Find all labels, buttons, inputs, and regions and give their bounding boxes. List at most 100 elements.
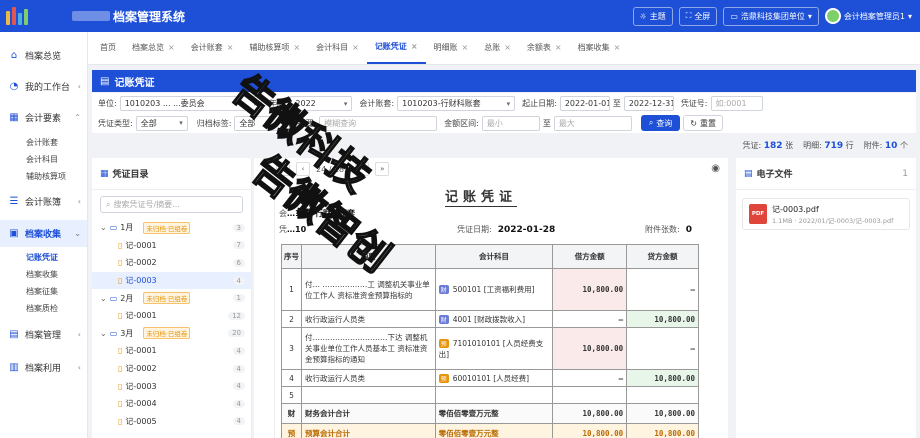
sidebar-sub-subject[interactable]: 会计科目	[0, 151, 87, 168]
amount-min-input[interactable]: 最小	[481, 115, 540, 131]
close-icon[interactable]: ×	[614, 43, 621, 52]
voucher-type-select[interactable]: 全部 ▾	[135, 115, 188, 131]
tree-voucher-node[interactable]: ▯ 记-0001 12	[92, 307, 251, 325]
tab-8[interactable]: 余额表 ×	[519, 31, 570, 64]
row-summary	[300, 386, 436, 404]
file-icon: ▯	[118, 240, 123, 250]
next-page-button[interactable]: ›	[355, 162, 370, 176]
close-icon[interactable]: ×	[352, 43, 359, 52]
status-badge: 未归档·已组卷	[143, 221, 191, 234]
account-set-select[interactable]: 1010203-行财科账套 ▾	[397, 96, 516, 111]
close-icon[interactable]: ×	[462, 43, 469, 52]
count-badge: 4	[232, 399, 245, 408]
eye-icon[interactable]: ◉	[711, 163, 720, 174]
tab-3[interactable]: 辅助核算项 ×	[241, 31, 308, 64]
year-label: 年度:	[268, 99, 288, 108]
close-icon[interactable]: ×	[504, 43, 511, 52]
tree-voucher-node[interactable]: ▯ 记-0001 7	[92, 237, 251, 255]
first-page-button[interactable]: «	[276, 162, 290, 176]
tab-7[interactable]: 总账 ×	[476, 31, 519, 64]
sidebar-item-workbench[interactable]: ◔ 我的工作台 ‹	[0, 73, 87, 100]
search-icon: ⌕	[648, 118, 654, 127]
reset-button[interactable]: ↻ 重置	[683, 115, 723, 131]
sidebar-sub-voucher[interactable]: 记账凭证	[0, 249, 87, 266]
sun-icon: ☼	[639, 11, 647, 21]
voucher-no: …10	[287, 225, 307, 234]
summary-input[interactable]: 模糊查询	[319, 115, 438, 131]
tree-month-node[interactable]: ⌄ ▭ 2月 未归档·已组卷 1	[92, 289, 251, 307]
table-row: 1 付… ………………工 调整机关事业单位工作人 资标准资金预算指标的财 50010…	[281, 268, 699, 311]
sidebar-sub-auxiliary[interactable]: 辅助核算项	[0, 168, 87, 185]
sidebar-item-books[interactable]: ☰ 会计账簿 ‹	[0, 188, 87, 215]
close-icon[interactable]: ×	[168, 43, 175, 52]
sidebar-item-elements[interactable]: ▦ 会计要素 ⌃	[0, 104, 87, 131]
file-name: 记-0003.pdf	[772, 204, 819, 214]
tree-voucher-node[interactable]: ▯ 记-0002 6	[92, 254, 251, 272]
tab-0[interactable]: 首页	[92, 31, 124, 64]
tree-voucher-node[interactable]: ▯ 记-0005 4	[92, 413, 251, 431]
end-date-input[interactable]: 2022-12-31	[623, 96, 674, 111]
tab-1[interactable]: 档案总览 ×	[124, 31, 183, 64]
theme-button[interactable]: ☼ 主题	[632, 6, 673, 26]
fullscreen-button[interactable]: ⛶ 全屏	[678, 6, 718, 26]
close-icon[interactable]: ×	[555, 43, 562, 52]
system-name: 档案管理系统	[113, 9, 186, 24]
tree-month-node[interactable]: ⌄ ▭ 1月 未归档·已组卷 3	[92, 219, 251, 237]
start-date-input[interactable]: 2022-01-01	[559, 96, 610, 111]
row-subject	[434, 386, 554, 404]
tree-voucher-node[interactable]: ▯ 记-0003 4	[92, 271, 251, 290]
tree-voucher-node[interactable]: ▯ 记-0001 4	[92, 342, 251, 360]
prev-page-button[interactable]: ‹	[296, 162, 310, 176]
year-select[interactable]: 2022 ▾	[290, 96, 353, 111]
tab-4[interactable]: 会计科目 ×	[308, 31, 367, 64]
close-icon[interactable]: ×	[227, 43, 234, 52]
sidebar-sub-qc[interactable]: 档案质检	[0, 300, 87, 317]
row-debit: —	[552, 310, 628, 328]
tab-5[interactable]: 记账凭证 ×	[366, 31, 426, 64]
tree-search-input[interactable]: ⌕ 搜索凭证号/摘要...	[100, 196, 243, 213]
count-badge: 4	[232, 364, 245, 373]
voucher-no-label: 凭证号:	[680, 99, 708, 108]
tab-2[interactable]: 会计账套 ×	[183, 31, 242, 64]
tab-6[interactable]: 明细账 ×	[426, 31, 477, 64]
row-credit: 10,800.00	[626, 310, 699, 328]
last-page-button[interactable]: »	[375, 162, 390, 176]
total-debit: 10,800.00	[552, 403, 628, 424]
tree-voucher-node[interactable]: ▯ 记-0002 4	[92, 360, 251, 378]
tree-voucher-node[interactable]: ▯ 记-0004 4	[92, 395, 251, 413]
user-menu[interactable]: 会计档案管理员1 ▾	[824, 8, 912, 24]
page-title-bar: ▤ 记账凭证	[92, 70, 916, 92]
tree-voucher-node[interactable]: ▯ 记-0003 4	[92, 377, 251, 395]
total-credit: 10,800.00	[626, 403, 699, 424]
tree-month-node[interactable]: ⌄ ▭ 3月 未归档·已组卷 20	[92, 325, 251, 343]
count-badge: 4	[232, 346, 245, 355]
sidebar-sub-solicit[interactable]: 档案征集	[0, 283, 87, 300]
count-badge: 20	[228, 329, 245, 338]
org-switcher[interactable]: ▭ 浩鼎科技集团单位 ▾	[723, 6, 819, 26]
file-icon: ▯	[118, 399, 123, 409]
sidebar-item-use[interactable]: ▥ 档案利用 ‹	[0, 354, 87, 381]
voucher-no-input[interactable]: 如:0001	[710, 96, 763, 111]
sidebar-sub-collect[interactable]: 档案收集	[0, 266, 87, 283]
tab-9[interactable]: 档案收集 ×	[570, 31, 629, 64]
unit-select[interactable]: 1010203 ... ...委员会 ▾	[119, 96, 262, 111]
chevron-left-icon: ‹	[77, 363, 81, 372]
summary-label: 摘要:	[297, 118, 317, 128]
sidebar-item-overview[interactable]: ⌂ 档案总览	[0, 42, 87, 69]
file-icon: ▯	[118, 381, 123, 391]
total-tag: 财	[281, 403, 302, 424]
total-words: 零佰佰零壹万元整	[434, 423, 554, 438]
query-button[interactable]: ⌕ 查询	[640, 115, 681, 131]
sidebar-sub-account-set[interactable]: 会计账套	[0, 134, 87, 151]
sidebar-item-collect[interactable]: ▣ 档案收集 ⌄	[0, 220, 87, 247]
sidebar-item-manage[interactable]: ▤ 档案管理 ‹	[0, 321, 87, 348]
account-set-label: 会计账套:	[359, 99, 395, 108]
close-icon[interactable]: ×	[293, 43, 300, 52]
amount-max-input[interactable]: 最大	[553, 115, 632, 131]
file-card[interactable]: PDF 记-0003.pdf 1.1MB · 2022/01/记-0003/记-…	[742, 198, 910, 230]
chevron-left-icon: ‹	[77, 330, 81, 339]
amount-range-label: 金额区间:	[444, 118, 479, 128]
archive-status-select[interactable]: 全部 ▾	[234, 115, 291, 131]
close-icon[interactable]: ×	[411, 42, 418, 51]
top-bar: 档案管理系统 ☼ 主题 ⛶ 全屏 ▭ 浩鼎科技集团单位 ▾ 会计档案管理员1 ▾	[0, 0, 920, 32]
